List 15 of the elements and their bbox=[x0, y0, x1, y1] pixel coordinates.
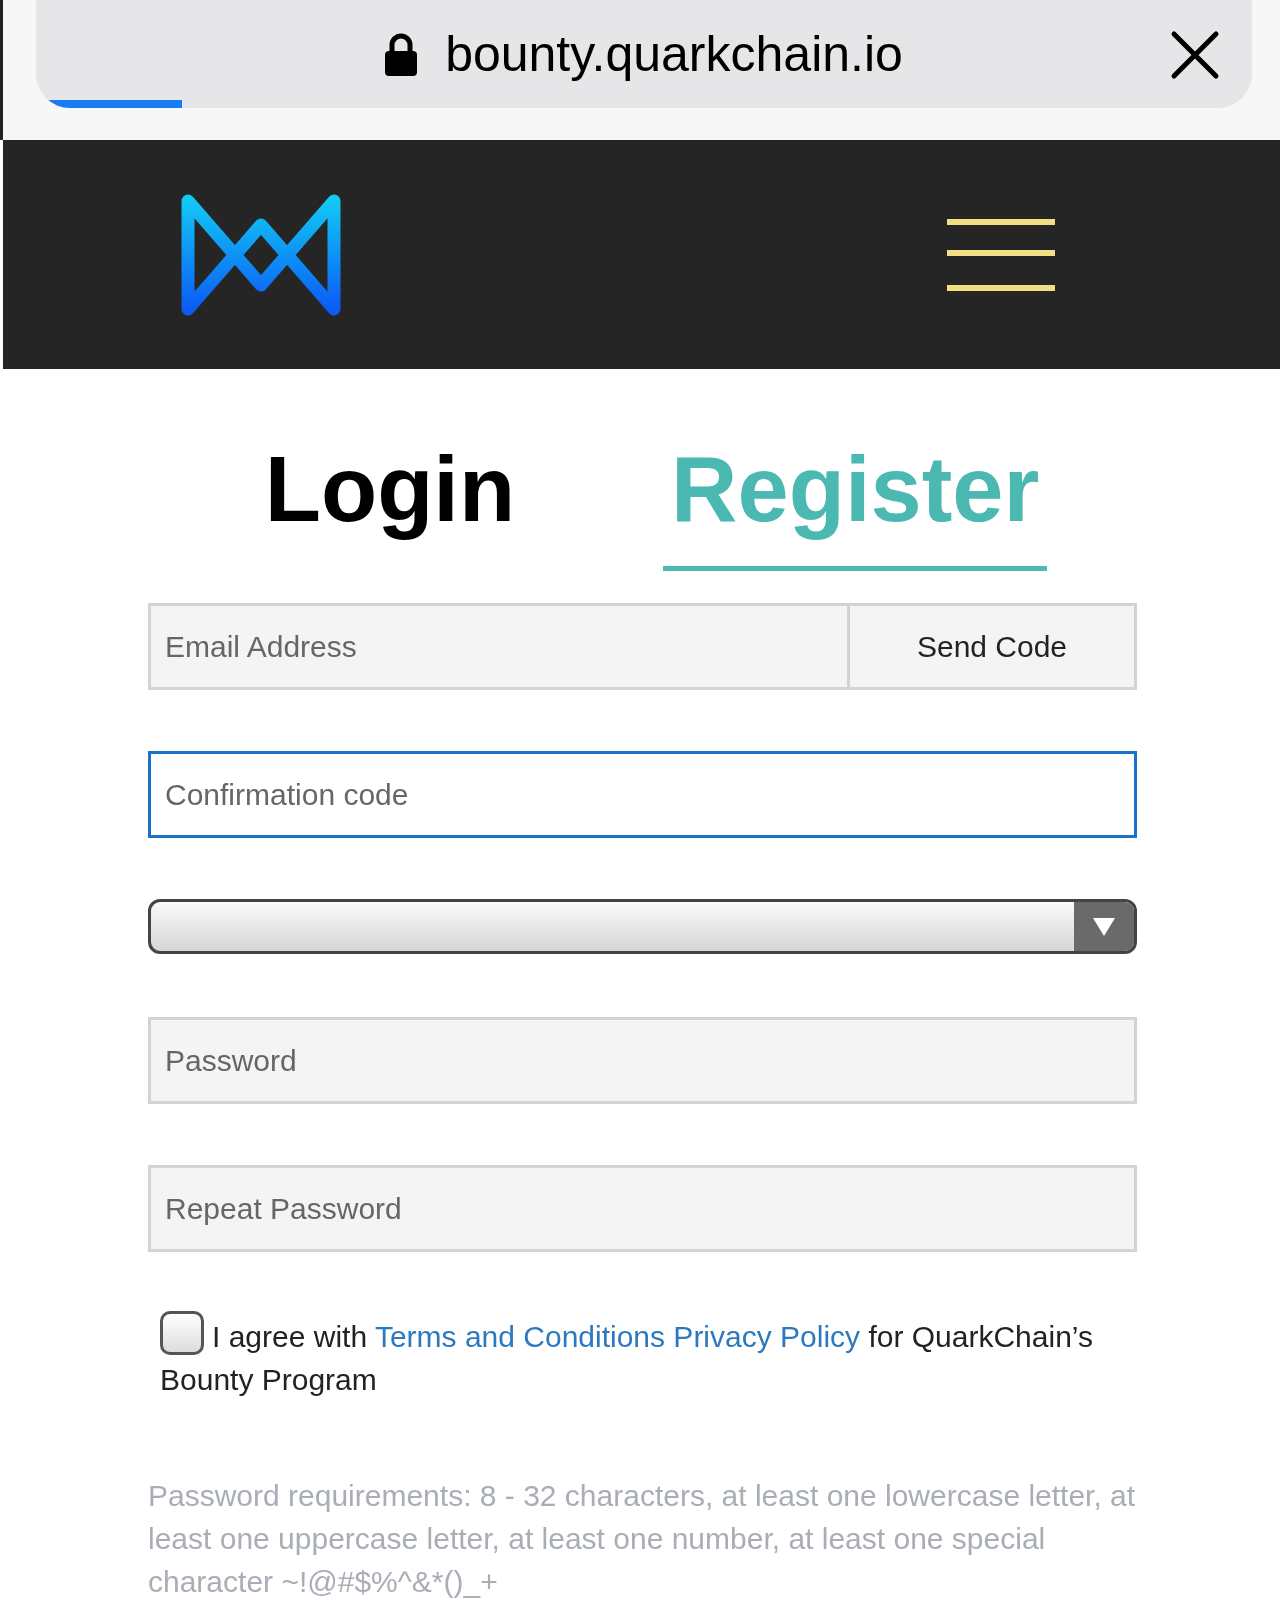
password-field[interactable]: Password bbox=[148, 1017, 1137, 1104]
confirmation-code-field[interactable]: Confirmation code bbox=[148, 751, 1137, 838]
dropdown[interactable] bbox=[148, 899, 1137, 954]
terms-link[interactable]: Terms and Conditions Privacy Policy bbox=[374, 1320, 861, 1353]
logo-icon[interactable] bbox=[181, 192, 343, 317]
agree-checkbox[interactable] bbox=[160, 1311, 204, 1355]
lock-icon bbox=[385, 32, 418, 76]
email-field[interactable]: Email Address bbox=[148, 603, 847, 690]
dropdown-arrow-icon bbox=[1093, 917, 1115, 936]
password-requirements-text: Password requirements: 8 - 32 characters, at least one lowercase letter, at least one uppercase letter, at least one number, at least one special character ~!@#$%^&*()_+ bbox=[148, 1478, 1137, 1600]
close-icon[interactable] bbox=[1170, 30, 1220, 80]
tab[interactable]: Login bbox=[256, 439, 524, 571]
repeat-password-field[interactable]: Repeat Password bbox=[148, 1165, 1137, 1252]
menu-icon[interactable] bbox=[947, 218, 1055, 291]
send-code-button[interactable]: Send Code bbox=[847, 603, 1137, 690]
